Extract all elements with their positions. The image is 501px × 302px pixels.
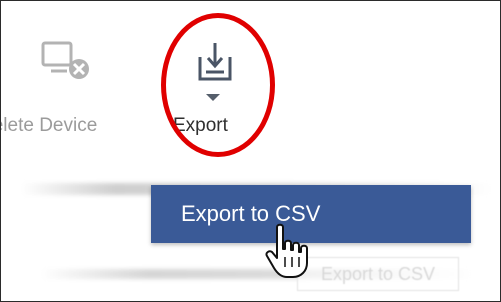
delete-device-button[interactable]: Delete Device [1, 41, 151, 141]
export-label: Export [173, 115, 228, 136]
download-tray-icon [198, 43, 232, 81]
screenshot-frame: Delete Device Export Export to CSV Expor… [0, 0, 501, 302]
monitor-remove-icon [41, 41, 89, 79]
hand-pointer-icon [265, 223, 308, 278]
delete-device-label: Delete Device [1, 115, 98, 136]
export-to-csv-ghost: Export to CSV [297, 257, 459, 291]
export-button[interactable]: Export [171, 41, 261, 151]
caret-down-icon[interactable] [206, 94, 220, 101]
